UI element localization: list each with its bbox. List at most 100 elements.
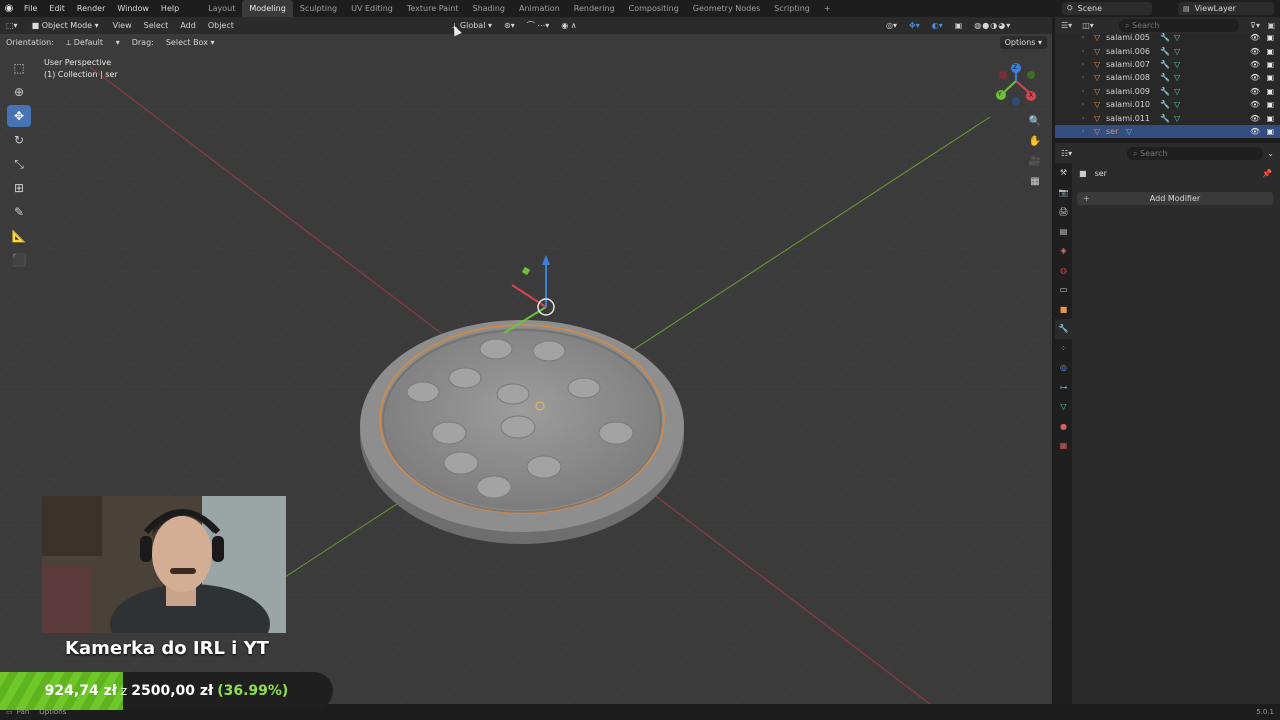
- pan-hand-icon[interactable]: ✋: [1027, 133, 1043, 149]
- chevron-down-icon[interactable]: ⌄: [1267, 149, 1274, 158]
- outliner-row-salami-011[interactable]: › ▽ salami.011 🔧 ▽ 👁 ▣: [1055, 111, 1280, 124]
- outliner-row-salami-009[interactable]: › ▽ salami.009 🔧 ▽ 👁 ▣: [1055, 85, 1280, 98]
- tab-shading[interactable]: Shading: [465, 0, 512, 17]
- cursor-tool-icon[interactable]: ⊕: [7, 81, 31, 103]
- visibility-eye-icon[interactable]: 👁: [1250, 33, 1260, 42]
- transform-tool-icon[interactable]: ⊞: [7, 177, 31, 199]
- add-workspace-button[interactable]: +: [817, 0, 838, 17]
- add-menu[interactable]: Add: [174, 17, 202, 34]
- overlay-toggle-icon[interactable]: ◐▾: [926, 17, 949, 34]
- particles-tab-icon[interactable]: ⁘: [1055, 339, 1072, 359]
- texture-tab-icon[interactable]: ▦: [1055, 436, 1072, 456]
- menu-help[interactable]: Help: [155, 0, 185, 17]
- move-tool-icon[interactable]: ✥: [7, 105, 31, 127]
- render-camera-icon[interactable]: ▣: [1266, 114, 1274, 123]
- render-camera-icon[interactable]: ▣: [1266, 73, 1274, 82]
- outliner-editor-icon[interactable]: ☰▾: [1061, 21, 1072, 30]
- collection-tab-icon[interactable]: ▭: [1055, 280, 1072, 300]
- tab-uv-editing[interactable]: UV Editing: [344, 0, 400, 17]
- new-collection-icon[interactable]: ▣: [1267, 21, 1275, 30]
- tab-layout[interactable]: Layout: [201, 0, 242, 17]
- zoom-icon[interactable]: 🔍: [1027, 113, 1043, 129]
- render-camera-icon[interactable]: ▣: [1266, 100, 1274, 109]
- orientation-dropdown[interactable]: ⟂ Default ▾: [60, 34, 126, 51]
- properties-editor-icon[interactable]: ☷▾: [1061, 149, 1072, 158]
- snap-icon[interactable]: ⌒ ⋯▾: [521, 17, 556, 34]
- outliner-row-salami-007[interactable]: › ▽ salami.007 🔧 ▽ 👁 ▣: [1055, 58, 1280, 71]
- editor-type-icon[interactable]: ⬚▾: [0, 17, 24, 34]
- tab-scripting[interactable]: Scripting: [767, 0, 817, 17]
- add-modifier-button[interactable]: + Add Modifier: [1077, 192, 1273, 205]
- output-tab-icon[interactable]: 🖨: [1055, 202, 1072, 222]
- object-tab-icon[interactable]: ■: [1055, 300, 1072, 320]
- filter-icon[interactable]: ⊽▾: [1250, 21, 1260, 30]
- render-tab-icon[interactable]: 📷: [1055, 183, 1072, 203]
- rotate-tool-icon[interactable]: ↻: [7, 129, 31, 151]
- properties-search-input[interactable]: ⌕ Search: [1127, 147, 1263, 160]
- render-camera-icon[interactable]: ▣: [1266, 47, 1274, 56]
- constraints-tab-icon[interactable]: ⊶: [1055, 378, 1072, 398]
- menu-edit[interactable]: Edit: [43, 0, 71, 17]
- measure-tool-icon[interactable]: 📐: [7, 225, 31, 247]
- visibility-eye-icon[interactable]: 👁: [1250, 47, 1260, 56]
- pin-icon[interactable]: 📌: [1262, 169, 1272, 178]
- menu-window[interactable]: Window: [111, 0, 155, 17]
- menu-render[interactable]: Render: [71, 0, 111, 17]
- view-layer-selector[interactable]: ▤ ViewLayer: [1178, 2, 1274, 15]
- outliner-row-salami-005[interactable]: › ▽ salami.005 🔧 ▽ 👁 ▣: [1055, 31, 1280, 44]
- modifier-tab-icon[interactable]: 🔧: [1055, 319, 1072, 339]
- annotate-tool-icon[interactable]: ✎: [7, 201, 31, 223]
- add-cube-tool-icon[interactable]: ⬛: [7, 249, 31, 271]
- tab-geometry-nodes[interactable]: Geometry Nodes: [686, 0, 767, 17]
- camera-view-icon[interactable]: 🎥: [1027, 153, 1043, 169]
- tab-texture-paint[interactable]: Texture Paint: [400, 0, 466, 17]
- select-menu[interactable]: Select: [138, 17, 175, 34]
- perspective-toggle-icon[interactable]: ▦: [1027, 173, 1043, 189]
- outliner-row-ser[interactable]: › ▽ ser ▽ 👁 ▣: [1055, 124, 1280, 139]
- view-layer-tab-icon[interactable]: ▤: [1055, 222, 1072, 242]
- render-camera-icon[interactable]: ▣: [1266, 33, 1274, 42]
- data-tab-icon[interactable]: ▽: [1055, 397, 1072, 417]
- view-menu[interactable]: View: [107, 17, 138, 34]
- blender-logo-icon[interactable]: ◉: [0, 0, 18, 17]
- options-dropdown[interactable]: Options ▾: [999, 36, 1047, 49]
- gizmo-toggle-icon[interactable]: ✥▾: [903, 17, 926, 34]
- xray-toggle-icon[interactable]: ▣: [949, 17, 969, 34]
- tab-sculpting[interactable]: Sculpting: [293, 0, 344, 17]
- tab-compositing[interactable]: Compositing: [622, 0, 686, 17]
- outliner-row-salami-006[interactable]: › ▽ salami.006 🔧 ▽ 👁 ▣: [1055, 44, 1280, 57]
- pivot-point-icon[interactable]: ⊛▾: [498, 17, 521, 34]
- world-tab-icon[interactable]: ◍: [1055, 261, 1072, 281]
- tab-rendering[interactable]: Rendering: [567, 0, 622, 17]
- render-camera-icon[interactable]: ▣: [1266, 127, 1274, 136]
- scale-tool-icon[interactable]: ⤡: [7, 153, 31, 175]
- display-mode-icon[interactable]: ◫▾: [1082, 21, 1094, 30]
- visibility-eye-icon[interactable]: 👁: [1250, 114, 1260, 123]
- outliner-row-salami-008[interactable]: › ▽ salami.008 🔧 ▽ 👁 ▣: [1055, 71, 1280, 84]
- drag-dropdown[interactable]: Select Box ▾: [160, 34, 221, 51]
- visibility-eye-icon[interactable]: 👁: [1250, 73, 1260, 82]
- visibility-eye-icon[interactable]: 👁: [1250, 127, 1260, 136]
- tab-modeling[interactable]: Modeling: [242, 0, 293, 17]
- scene-tab-icon[interactable]: ◈: [1055, 241, 1072, 261]
- menu-file[interactable]: File: [18, 0, 43, 17]
- outliner-row-salami-010[interactable]: › ▽ salami.010 🔧 ▽ 👁 ▣: [1055, 98, 1280, 111]
- visibility-eye-icon[interactable]: 👁: [1250, 87, 1260, 96]
- drag-value: Select Box: [165, 38, 208, 47]
- render-camera-icon[interactable]: ▣: [1266, 60, 1274, 69]
- shading-modes-icon[interactable]: ◍●◑◕▾: [968, 17, 1017, 34]
- mode-selector[interactable]: ■ Object Mode ▾: [26, 19, 104, 32]
- proportional-edit-icon[interactable]: ◉ ∧: [555, 17, 582, 34]
- visibility-eye-icon[interactable]: 👁: [1250, 60, 1260, 69]
- render-camera-icon[interactable]: ▣: [1266, 87, 1274, 96]
- material-tab-icon[interactable]: ●: [1055, 417, 1072, 437]
- ser-object[interactable]: [360, 320, 684, 544]
- physics-tab-icon[interactable]: ◎: [1055, 358, 1072, 378]
- select-box-tool-icon[interactable]: ⬚: [7, 57, 31, 79]
- tab-animation[interactable]: Animation: [512, 0, 567, 17]
- object-menu[interactable]: Object: [202, 17, 240, 34]
- visibility-eye-icon[interactable]: 👁: [1250, 100, 1260, 109]
- tool-tab-icon[interactable]: ⚒: [1055, 163, 1072, 183]
- scene-selector[interactable]: ⛭ Scene: [1062, 2, 1152, 15]
- visibility-icon[interactable]: ◎▾: [880, 17, 903, 34]
